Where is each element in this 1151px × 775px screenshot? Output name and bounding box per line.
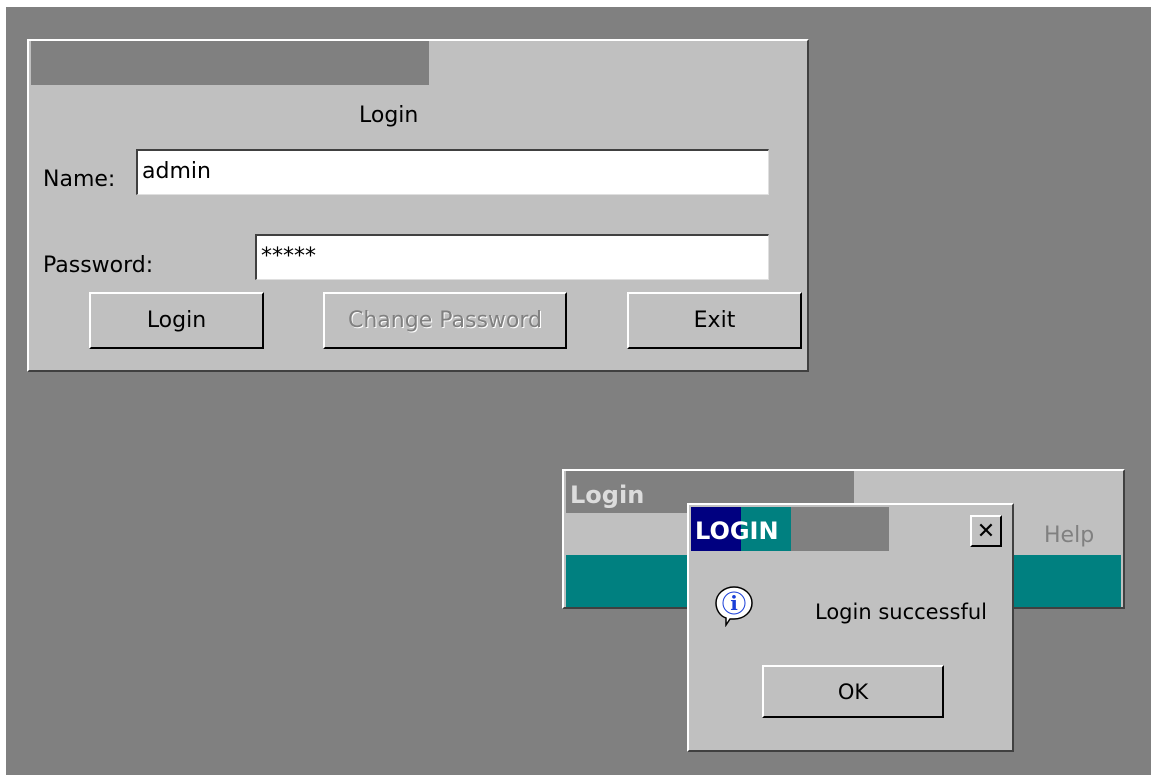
name-input-value: admin <box>142 159 211 184</box>
app-window-title: Login <box>570 481 645 509</box>
login-button[interactable]: Login <box>89 292 264 349</box>
close-icon: ✕ <box>976 518 996 544</box>
message-box-title: LOGIN <box>695 517 779 545</box>
login-heading: Login <box>359 103 419 128</box>
desktop: Login Name: admin Password: ***** Login … <box>6 7 1151 775</box>
info-icon: i <box>715 586 753 627</box>
help-menu-item[interactable]: Help <box>1044 523 1094 548</box>
password-label: Password: <box>43 253 154 278</box>
password-input-value: ***** <box>261 244 316 269</box>
change-password-button[interactable]: Change Password <box>323 292 567 349</box>
ok-button[interactable]: OK <box>762 665 944 718</box>
name-input[interactable]: admin <box>136 149 769 195</box>
message-text: Login successful <box>815 600 988 624</box>
exit-button[interactable]: Exit <box>627 292 802 349</box>
login-window-title-bar[interactable] <box>31 41 429 85</box>
close-button[interactable]: ✕ <box>970 515 1002 547</box>
svg-text:i: i <box>730 591 738 615</box>
password-input[interactable]: ***** <box>255 234 769 280</box>
login-window: Login Name: admin Password: ***** Login … <box>27 39 809 372</box>
name-label: Name: <box>43 167 116 192</box>
message-box-title-bar[interactable]: LOGIN <box>691 507 889 551</box>
message-box: LOGIN ✕ i Login successful OK <box>687 503 1014 752</box>
